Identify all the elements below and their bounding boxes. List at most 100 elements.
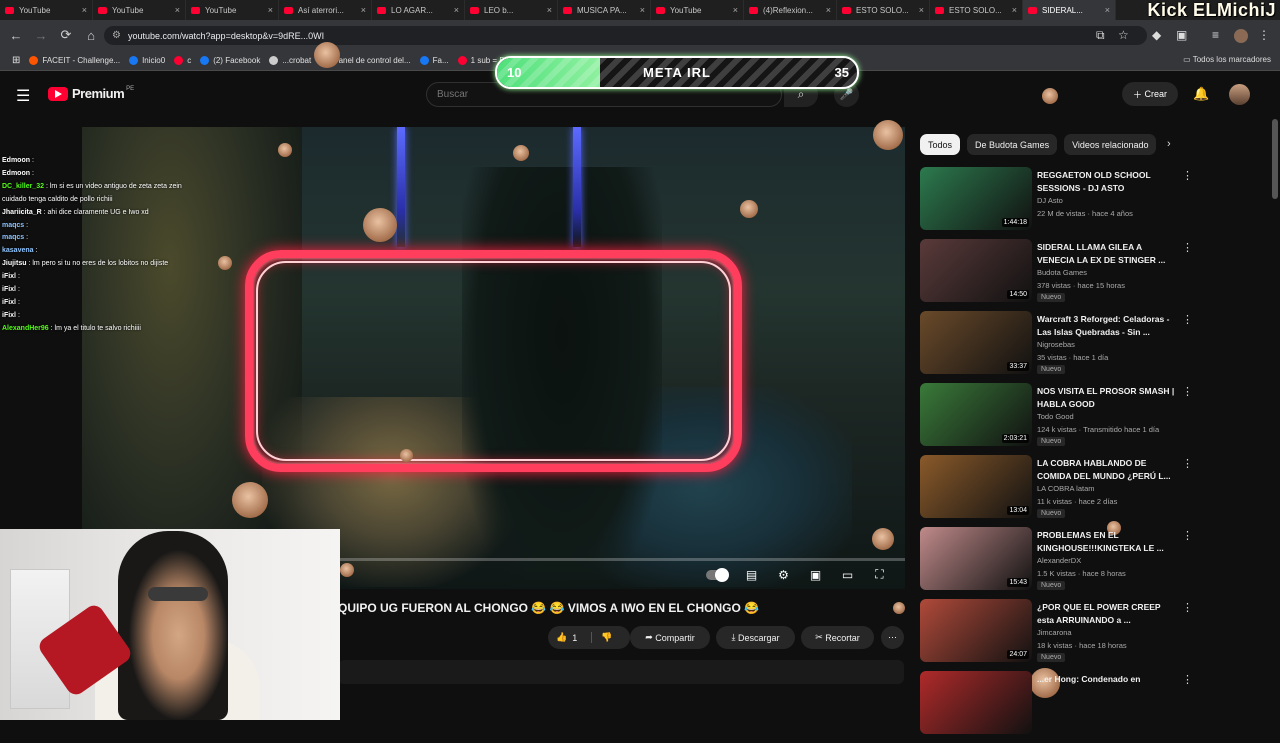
recommended-video[interactable]: ...er Hong: Condenado en ⋮ — [920, 671, 1272, 743]
more-options-icon[interactable]: ⋮ — [1182, 241, 1193, 254]
dislike-icon[interactable]: 👎 — [591, 632, 612, 643]
video-player[interactable] — [82, 127, 905, 589]
video-thumbnail[interactable]: 1:44:18 — [920, 167, 1032, 230]
extensions-puzzle-icon[interactable]: ▣ — [1176, 28, 1187, 42]
close-tab-icon[interactable]: × — [826, 5, 831, 15]
more-options-icon[interactable]: ⋮ — [1182, 601, 1193, 614]
close-tab-icon[interactable]: × — [547, 5, 552, 15]
video-thumbnail[interactable]: 14:50 — [920, 239, 1032, 302]
recommended-video[interactable]: 33:37 Warcraft 3 Reforged: Celadoras - La… — [920, 311, 1272, 383]
close-tab-icon[interactable]: × — [733, 5, 738, 15]
recommended-video[interactable]: 13:04 LA COBRA HABLANDO DE COMIDA DEL MUN… — [920, 455, 1272, 527]
more-options-icon[interactable]: ⋮ — [1182, 313, 1193, 326]
account-avatar[interactable] — [1229, 84, 1250, 105]
youtube-logo[interactable]: Premium PE — [48, 86, 134, 101]
profile-avatar[interactable] — [1234, 29, 1248, 43]
browser-menu-icon[interactable]: ⋮ — [1258, 28, 1270, 42]
fullscreen-icon[interactable]: ⛶ — [871, 567, 888, 581]
browser-tab[interactable]: LEO b... × — [465, 0, 558, 20]
close-tab-icon[interactable]: × — [1012, 5, 1017, 15]
page-scrollbar[interactable] — [1272, 119, 1278, 199]
video-thumbnail[interactable]: 33:37 — [920, 311, 1032, 374]
all-bookmarks-button[interactable]: ▭ Todos los marcadores — [1183, 55, 1271, 64]
recommended-title[interactable]: ...er Hong: Condenado en — [1037, 673, 1177, 686]
close-tab-icon[interactable]: × — [454, 5, 459, 15]
share-button[interactable]: ➦ Compartir — [630, 626, 710, 649]
hamburger-menu-icon[interactable]: ☰ — [16, 86, 30, 106]
close-tab-icon[interactable]: × — [361, 5, 366, 15]
close-tab-icon[interactable]: × — [919, 5, 924, 15]
channel-name[interactable]: Todo Good — [1037, 412, 1074, 421]
chevron-right-icon[interactable]: › — [1167, 138, 1171, 150]
home-icon[interactable]: ⌂ — [79, 23, 103, 47]
create-button[interactable]: ＋ Crear — [1122, 82, 1178, 106]
recommended-title[interactable]: NOS VISITA EL PROSOR SMASH | HABLA GOOD — [1037, 385, 1177, 411]
subtitles-icon[interactable]: ▤ — [743, 568, 760, 582]
channel-name[interactable]: DJ Asto — [1037, 196, 1063, 205]
recommended-title[interactable]: SIDERAL LLAMA GILEA A VENECIA LA EX DE S… — [1037, 241, 1177, 267]
tab-search-icon[interactable]: ≡ — [1212, 28, 1219, 42]
recommended-title[interactable]: Warcraft 3 Reforged: Celadoras - Las Isl… — [1037, 313, 1177, 339]
more-options-icon[interactable]: ⋮ — [1182, 673, 1193, 686]
close-tab-icon[interactable]: × — [82, 5, 87, 15]
back-icon[interactable]: ← — [4, 23, 28, 47]
apps-icon[interactable]: ⊞ — [12, 55, 20, 66]
browser-tab[interactable]: SIDERAL... × — [1023, 0, 1116, 20]
filter-chip[interactable]: Videos relacionado — [1064, 134, 1157, 155]
close-tab-icon[interactable]: × — [268, 5, 273, 15]
browser-tab[interactable]: LO AGAR... × — [372, 0, 465, 20]
browser-tab[interactable]: YouTube × — [651, 0, 744, 20]
more-options-icon[interactable]: ⋮ — [1182, 385, 1193, 398]
notifications-bell-icon[interactable]: 🔔 — [1193, 86, 1209, 102]
filter-chip[interactable]: Todos — [920, 134, 961, 155]
bookmark-item[interactable]: Inicio0 — [129, 55, 165, 65]
bookmark-star-icon[interactable]: ☆ — [1118, 28, 1129, 42]
browser-tab[interactable]: (4)Reflexion... × — [744, 0, 837, 20]
video-thumbnail[interactable]: 13:04 — [920, 455, 1032, 518]
miniplayer-icon[interactable]: ▣ — [807, 568, 824, 582]
site-info-icon[interactable]: ⚙ — [112, 30, 121, 41]
browser-tab[interactable]: Así aterrori... × — [279, 0, 372, 20]
reload-icon[interactable]: ⟳ — [54, 23, 78, 47]
browser-tab[interactable]: ESTO SOLO... × — [837, 0, 930, 20]
bookmark-item[interactable]: FACEIT - Challenge... — [29, 55, 120, 65]
extension-icon[interactable]: ◆ — [1152, 28, 1161, 42]
autoplay-toggle[interactable] — [706, 567, 729, 582]
close-tab-icon[interactable]: × — [1105, 5, 1110, 15]
browser-tab[interactable]: ESTO SOLO... × — [930, 0, 1023, 20]
browser-tab[interactable]: MUSICA PA... × — [558, 0, 651, 20]
bookmark-item[interactable]: c — [174, 55, 191, 65]
settings-gear-icon[interactable]: ⚙ — [775, 568, 792, 582]
browser-tab[interactable]: YouTube × — [186, 0, 279, 20]
recommended-video[interactable]: 15:43 PROBLEMAS EN EL KINGHOUSE!!!KINGTEK… — [920, 527, 1272, 599]
close-tab-icon[interactable]: × — [640, 5, 645, 15]
like-icon[interactable]: 👍 — [556, 632, 567, 643]
filter-chip[interactable]: De Budota Games — [967, 134, 1058, 155]
channel-name[interactable]: Nigrosebas — [1037, 340, 1075, 349]
close-tab-icon[interactable]: × — [175, 5, 180, 15]
channel-name[interactable]: Jimcarona — [1037, 628, 1072, 637]
channel-name[interactable]: LA COBRA latam — [1037, 484, 1095, 493]
download-button[interactable]: ⤓ Descargar — [716, 626, 795, 649]
forward-icon[interactable]: → — [29, 23, 53, 47]
bookmark-item[interactable]: ...crobat — [269, 55, 311, 65]
video-thumbnail[interactable]: 2:03:21 — [920, 383, 1032, 446]
recommended-title[interactable]: REGGAETON OLD SCHOOL SESSIONS - DJ ASTO — [1037, 169, 1177, 195]
recommended-title[interactable]: LA COBRA HABLANDO DE COMIDA DEL MUNDO ¿P… — [1037, 457, 1177, 483]
address-bar[interactable]: ⚙ youtube.com/watch?app=desktop&v=9dRE...… — [104, 26, 1147, 45]
theater-mode-icon[interactable]: ▭ — [839, 568, 856, 582]
recommended-video[interactable]: 14:50 SIDERAL LLAMA GILEA A VENECIA LA EX… — [920, 239, 1272, 311]
more-actions-icon[interactable]: ⋯ — [881, 626, 904, 649]
video-thumbnail[interactable] — [920, 671, 1032, 734]
more-options-icon[interactable]: ⋮ — [1182, 457, 1193, 470]
video-thumbnail[interactable]: 24:07 — [920, 599, 1032, 662]
bookmark-item[interactable]: Fa... — [419, 55, 449, 65]
bookmark-item[interactable]: (2) Facebook — [200, 55, 260, 65]
install-icon[interactable]: ⧉ — [1096, 28, 1105, 43]
recommended-video[interactable]: 1:44:18 REGGAETON OLD SCHOOL SESSIONS - D… — [920, 167, 1272, 239]
recommended-title[interactable]: PROBLEMAS EN EL KINGHOUSE!!!KINGTEKA LE … — [1037, 529, 1177, 555]
channel-name[interactable]: AlexanderDX — [1037, 556, 1081, 565]
recommended-video[interactable]: 2:03:21 NOS VISITA EL PROSOR SMASH | HABL… — [920, 383, 1272, 455]
more-options-icon[interactable]: ⋮ — [1182, 169, 1193, 182]
video-thumbnail[interactable]: 15:43 — [920, 527, 1032, 590]
